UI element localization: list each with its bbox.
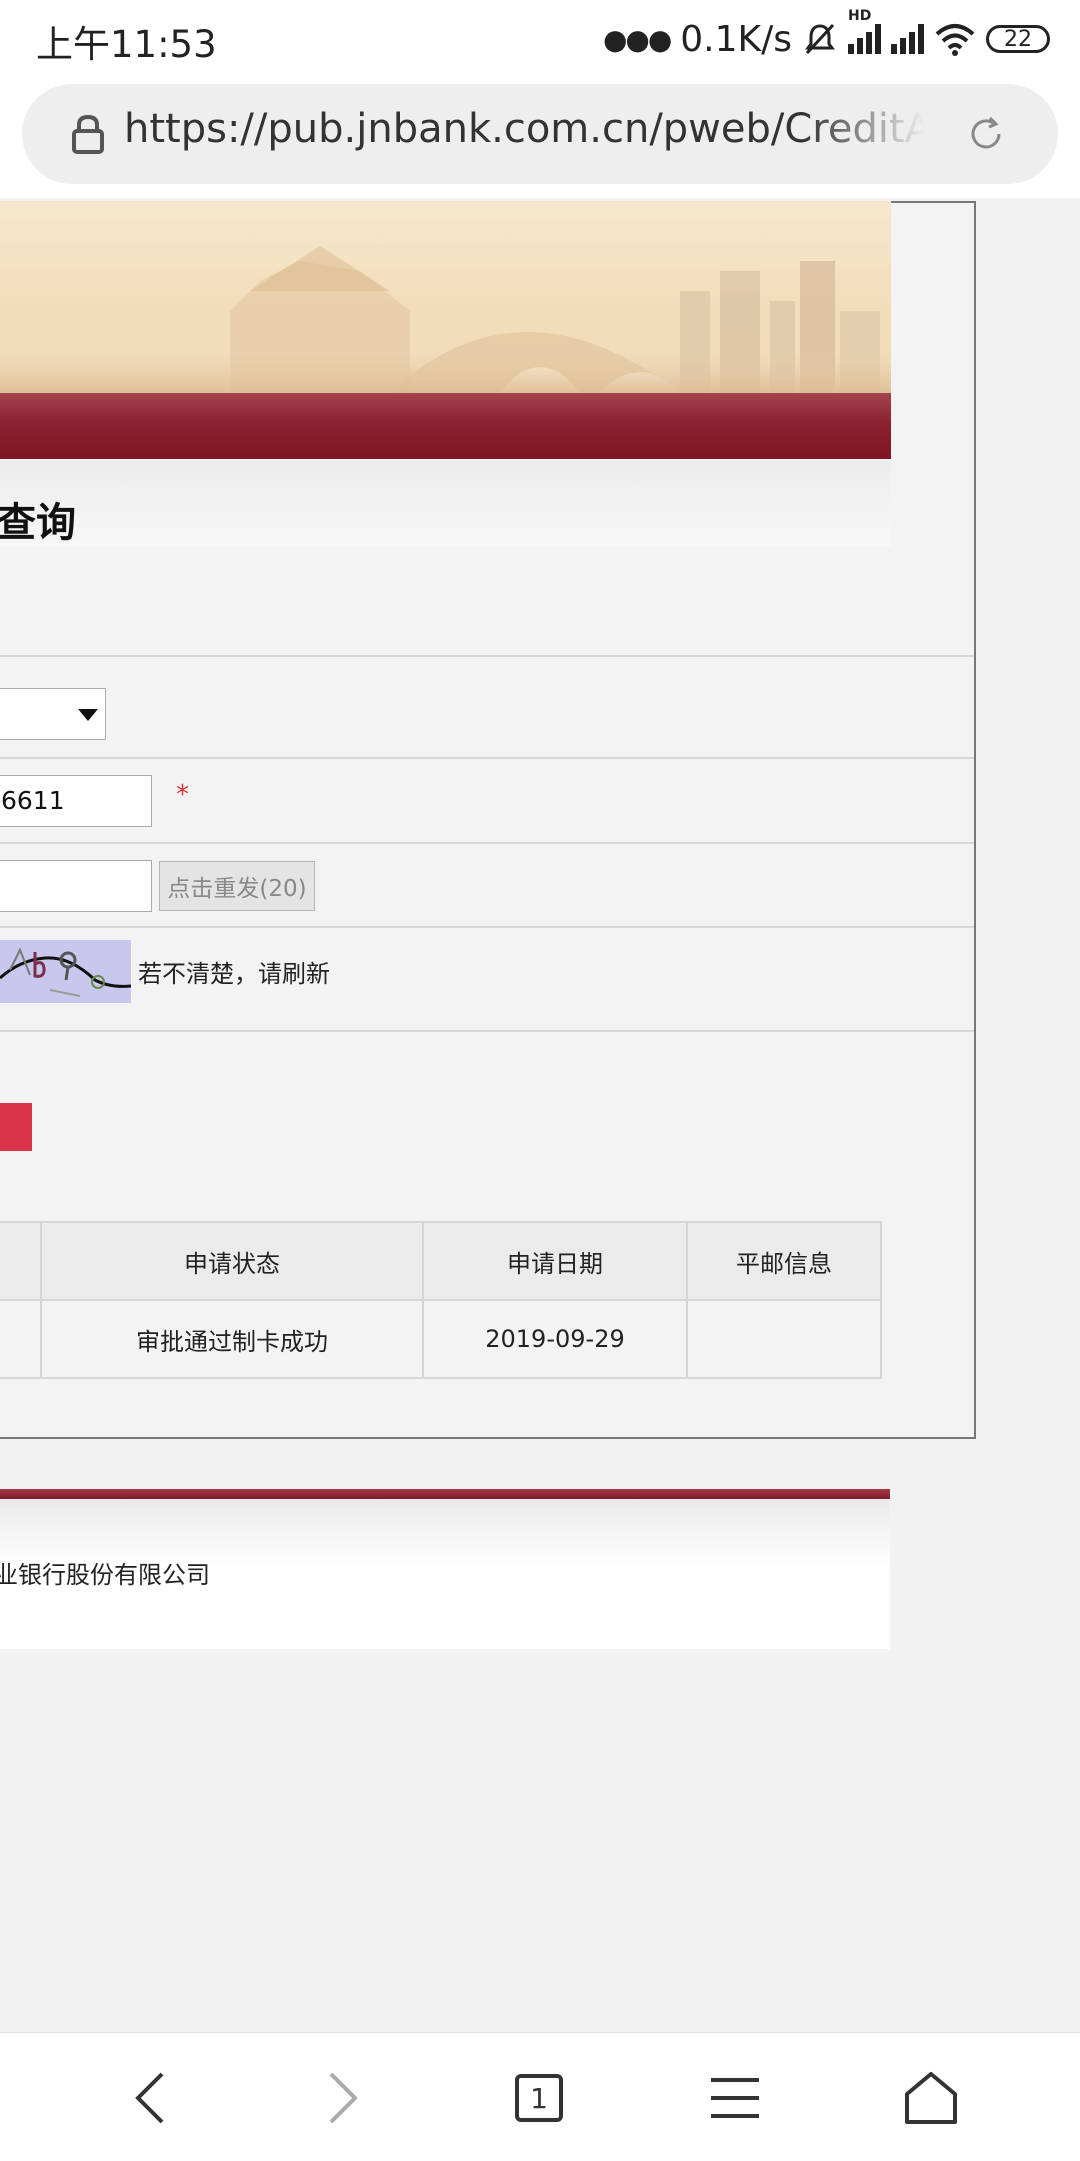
- banner-scenery: [0, 201, 891, 393]
- required-mark: *: [176, 780, 189, 810]
- table-header-cell: 平邮信息: [686, 1221, 882, 1301]
- address-bar[interactable]: https://pub.jnbank.com.cn/pweb/CreditApp…: [22, 84, 1058, 184]
- menu-button[interactable]: [690, 2058, 780, 2138]
- footer-red-bar: [0, 1489, 890, 1499]
- battery-level: 22: [1004, 26, 1032, 52]
- mute-bell-icon: [805, 23, 835, 55]
- table-row: 审批通过制卡成功 2019-09-29: [0, 1299, 882, 1379]
- table-cell: 2019-09-29: [422, 1299, 688, 1379]
- tab-count-icon: 1: [515, 2074, 563, 2122]
- header-red-bar: [0, 393, 891, 459]
- phone-number-input[interactable]: 6611: [0, 775, 152, 827]
- captcha-refresh-hint[interactable]: 若不清楚，请刷新: [138, 954, 330, 989]
- menu-icon: [711, 2078, 759, 2118]
- footer-copyright: 业银行股份有限公司: [0, 1561, 210, 1589]
- back-button[interactable]: [105, 2058, 195, 2138]
- chevron-right-icon: [329, 2072, 358, 2124]
- sms-code-input[interactable]: [0, 860, 152, 912]
- wifi-icon: [935, 24, 975, 56]
- chevron-down-icon[interactable]: [78, 709, 98, 721]
- battery-icon: 22: [986, 25, 1050, 53]
- home-button[interactable]: [886, 2058, 976, 2138]
- query-button[interactable]: [0, 1103, 32, 1151]
- table-header-cell: [0, 1221, 42, 1301]
- home-icon: [905, 2072, 957, 2124]
- network-speed: 0.1K/s: [680, 18, 792, 60]
- title-area: [0, 461, 891, 546]
- captcha-image[interactable]: [0, 940, 131, 1003]
- row-divider: [0, 1030, 974, 1032]
- hd-label: HD: [848, 8, 872, 24]
- forward-button[interactable]: [298, 2058, 388, 2138]
- status-time: 上午11:53: [36, 23, 217, 66]
- signal-hd-icon: HD: [848, 8, 881, 54]
- banner-image: [0, 201, 891, 393]
- table-header-row: 申请状态 申请日期 平邮信息: [0, 1221, 882, 1301]
- table-header-cell: 申请状态: [40, 1221, 424, 1301]
- table-cell: [0, 1299, 42, 1379]
- table-cell: 审批通过制卡成功: [40, 1299, 424, 1379]
- signal-icon: [891, 24, 924, 54]
- row-divider: [0, 757, 974, 759]
- status-icons: ●●● 0.1K/s HD 22: [602, 8, 1050, 62]
- table-cell: [686, 1299, 882, 1379]
- chevron-left-icon: [135, 2072, 164, 2124]
- table-header-cell: 申请日期: [422, 1221, 688, 1301]
- lock-icon: [72, 114, 104, 154]
- row-divider: [0, 842, 974, 844]
- tab-count: 1: [530, 2081, 548, 2115]
- more-dots-icon: ●●●: [602, 22, 672, 56]
- tabs-button[interactable]: 1: [494, 2058, 584, 2138]
- resend-code-button[interactable]: 点击重发(20): [159, 861, 315, 911]
- row-divider: [0, 655, 974, 657]
- row-divider: [0, 926, 974, 928]
- page-title: 查询: [0, 500, 76, 546]
- result-table: 申请状态 申请日期 平邮信息 审批通过制卡成功 2019-09-29: [0, 1221, 882, 1379]
- reload-icon[interactable]: [966, 114, 1006, 154]
- url-text[interactable]: https://pub.jnbank.com.cn/pweb/CreditApp…: [124, 106, 924, 162]
